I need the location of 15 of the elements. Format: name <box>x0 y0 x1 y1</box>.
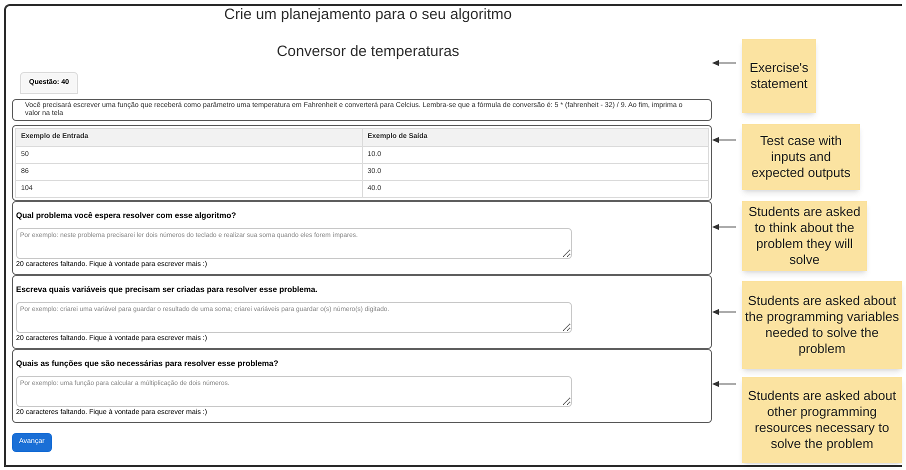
annotation-arrow <box>712 222 736 232</box>
exercise-title: Conversor de temperaturas <box>276 42 460 62</box>
annotation-arrow <box>712 307 736 317</box>
annotation-note: Test case with inputs and expected outputs <box>742 124 860 190</box>
annotation-arrow <box>712 379 736 389</box>
question-label: Qual problema você espera resolver com esse algoritmo? <box>16 210 238 222</box>
annotation-arrow <box>712 58 736 68</box>
page-title: Crie um planejamento para o seu algoritmo <box>223 7 513 23</box>
annotation-note: Students are asked about other programming resources necessary to solve the problem <box>742 377 902 463</box>
annotation-note: Exercise's statement <box>742 39 816 113</box>
question-label: Escreva quais variáveis que precisam ser criadas para resolver esse problema. <box>16 284 319 296</box>
question-label: Quais as funções que são necessárias para resolver esse problema? <box>16 358 280 370</box>
annotation-arrow <box>712 135 736 145</box>
annotation-note: Students are asked about the programming variables needed to solve the problem <box>742 281 902 369</box>
annotation-note: Students are asked to think about the problem they will solve <box>742 201 867 271</box>
